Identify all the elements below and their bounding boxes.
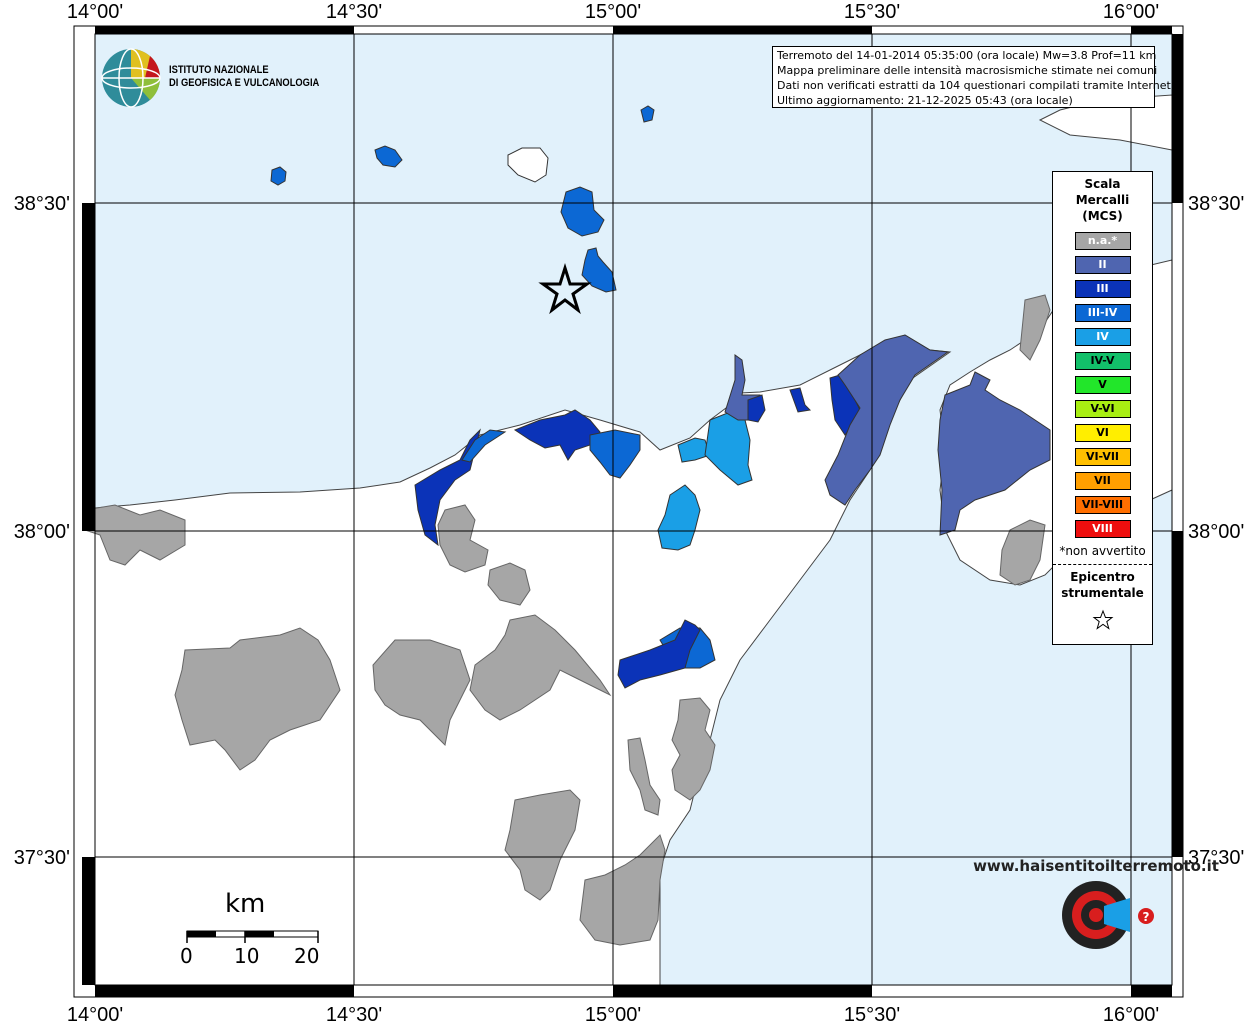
legend-epicenter-line1: Epicentro	[1070, 570, 1135, 584]
legend-swatch: III	[1074, 280, 1131, 298]
y-tick-left-2: 38°00'	[14, 521, 70, 543]
event-info-line2: Mappa preliminare delle intensità macros…	[777, 64, 1158, 77]
legend-swatch: III-IV	[1074, 304, 1131, 322]
event-info-line4: Ultimo aggiornamento: 21-12-2025 05:43 (…	[777, 94, 1073, 107]
x-tick-bottom-2: 14°30'	[326, 1004, 382, 1024]
panarea	[640, 105, 655, 123]
svg-text:?: ?	[1143, 910, 1150, 924]
legend-swatch: VI	[1074, 424, 1131, 442]
legend-swatch: IV-V	[1074, 352, 1131, 370]
legend-title-line2: Mercalli	[1075, 193, 1130, 207]
legend-swatch: n.a.*	[1074, 232, 1131, 250]
legend-items: n.a.* II III III-IV IV IV-V V V-VI VI VI-VII VII VI…	[1053, 232, 1152, 538]
scale-tick-0: 0	[180, 944, 193, 968]
event-info-box: Terremoto del 14-01-2014 05:35:00 (ora l…	[772, 46, 1175, 108]
legend-title: Scala Mercalli (MCS)	[1053, 176, 1152, 224]
legend-swatch: VII	[1074, 472, 1131, 490]
x-tick-bottom-1: 14°00'	[67, 1004, 123, 1024]
haisentito-text: www.haisentitoilterremoto.it	[973, 857, 1219, 875]
event-info-line1: Terremoto del 14-01-2014 05:35:00 (ora l…	[777, 49, 1157, 62]
scale-tick-10: 10	[234, 944, 260, 968]
y-tick-left-1: 38°30'	[14, 193, 70, 215]
event-info-line3: Dati non verificati estratti da 104 ques…	[777, 79, 1175, 92]
legend-star-icon	[1053, 609, 1152, 635]
ingv-name-line2: DI GEOFISICA E VULCANOLOGIA	[169, 77, 320, 89]
y-tick-left-3: 37°30'	[14, 847, 70, 869]
legend-title-line1: Scala	[1084, 177, 1121, 191]
legend-swatch: V	[1074, 376, 1131, 394]
y-tick-right-1: 38°30'	[1188, 193, 1244, 215]
legend-title-line3: (MCS)	[1082, 209, 1123, 223]
legend-swatch: V-VI	[1074, 400, 1131, 418]
x-tick-top-5: 16°00'	[1103, 1, 1159, 23]
x-tick-bottom-4: 15°30'	[844, 1004, 900, 1024]
ingv-name-line1: ISTITUTO NAZIONALE	[169, 64, 269, 76]
intensity-legend: Scala Mercalli (MCS) n.a.* II III III-IV IV I…	[1052, 171, 1153, 645]
x-tick-top-3: 15°00'	[585, 1, 641, 23]
legend-swatch: VIII	[1074, 520, 1131, 538]
scale-unit: km	[225, 889, 266, 919]
x-tick-bottom-5: 16°00'	[1103, 1004, 1159, 1024]
scale-tick-20: 20	[294, 944, 320, 968]
legend-swatch: IV	[1074, 328, 1131, 346]
legend-note: *non avvertito	[1059, 544, 1146, 558]
legend-swatch: II	[1074, 256, 1131, 274]
legend-swatch: VI-VII	[1074, 448, 1131, 466]
legend-epicenter-label: Epicentro strumentale	[1053, 569, 1152, 601]
legend-epicenter-line2: strumentale	[1061, 586, 1144, 600]
legend-swatch: VII-VIII	[1074, 496, 1131, 514]
x-tick-top-4: 15°30'	[844, 1, 900, 23]
ingv-logo-icon	[101, 48, 161, 108]
ingv-name: ISTITUTO NAZIONALE DI GEOFISICA E VULCAN…	[169, 64, 319, 90]
legend-divider	[1053, 564, 1152, 565]
x-tick-top-2: 14°30'	[326, 1, 382, 23]
x-tick-bottom-3: 15°00'	[585, 1004, 641, 1024]
y-tick-right-2: 38°00'	[1188, 521, 1244, 543]
x-tick-top-1: 14°00'	[67, 1, 123, 23]
